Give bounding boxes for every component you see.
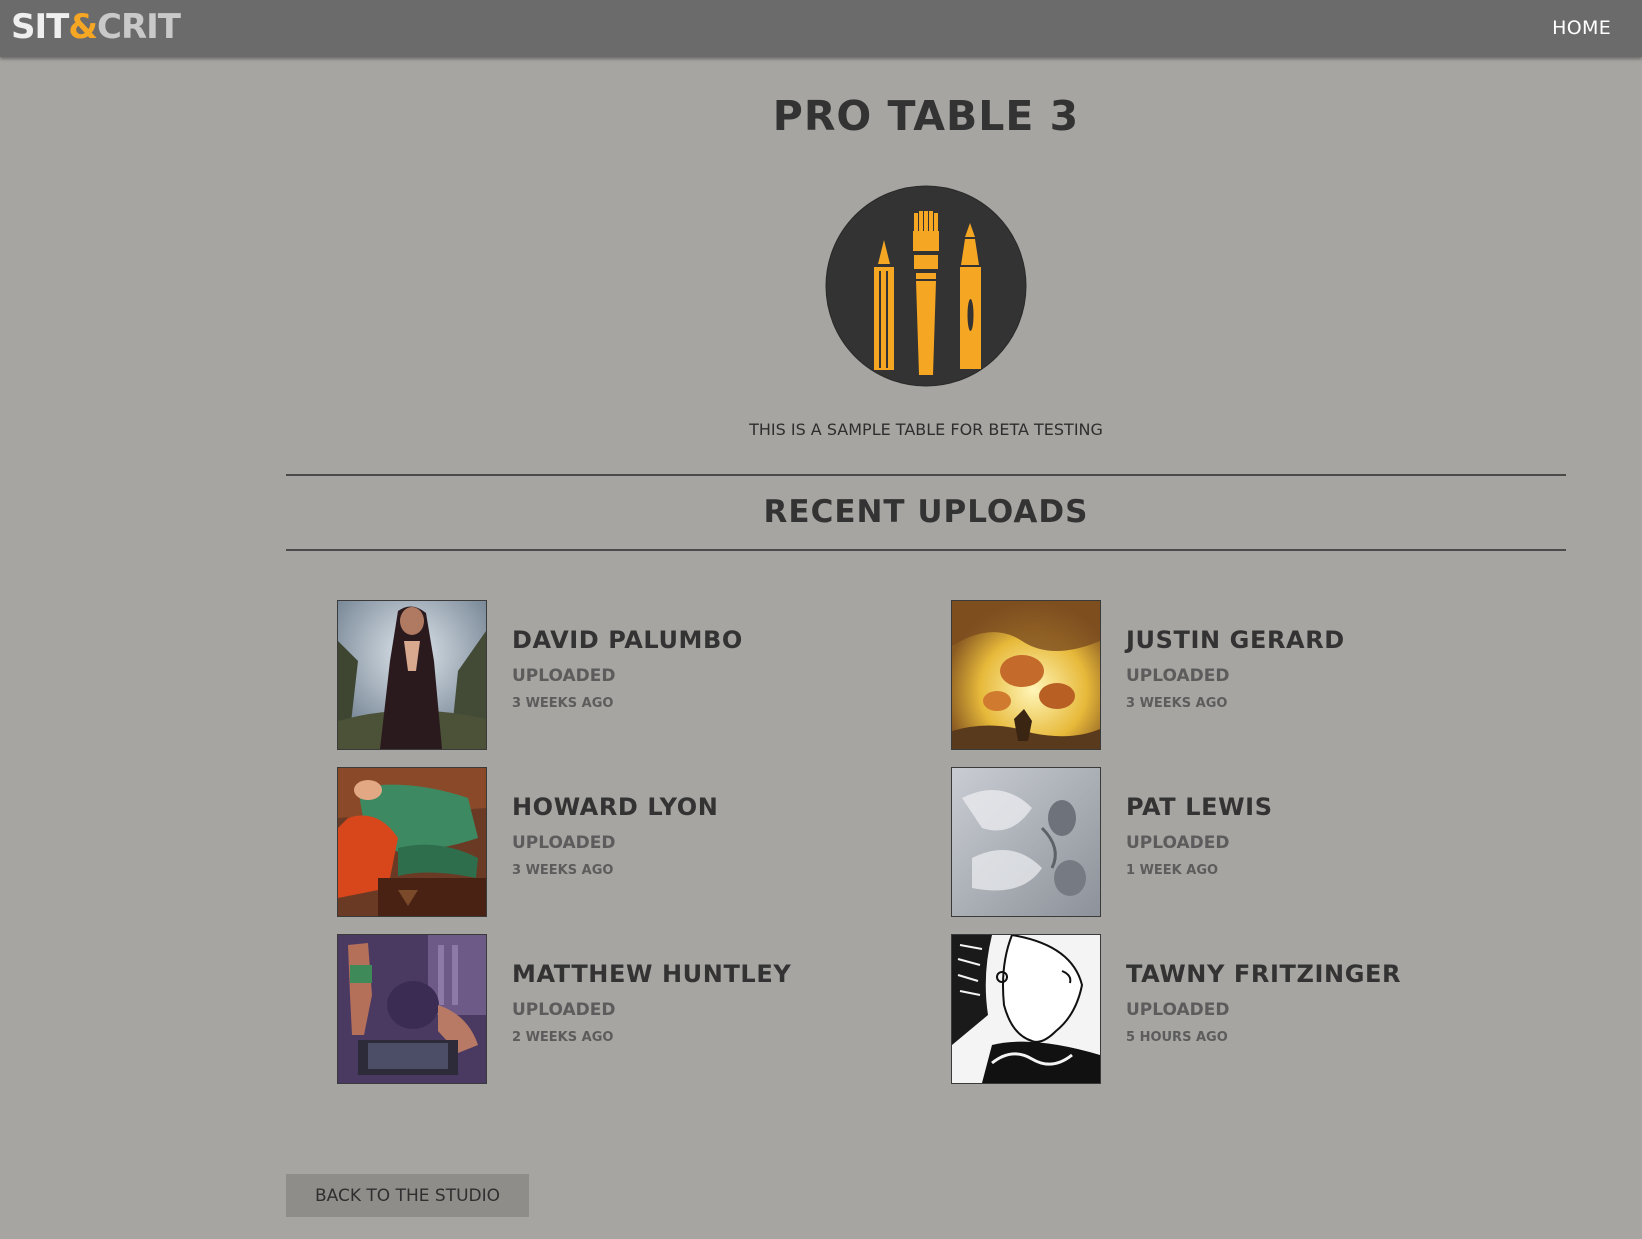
upload-thumbnail[interactable] [951,767,1101,917]
logo-text-sit: SIT [11,7,69,47]
upload-item[interactable]: DAVID PALUMBO UPLOADED 3 WEEKS AGO [337,600,937,752]
site-logo[interactable]: SIT&CRIT [11,6,181,48]
section-divider-top [286,474,1566,476]
upload-status: UPLOADED [512,1000,616,1020]
upload-thumbnail[interactable] [337,600,487,750]
page-title: PRO TABLE 3 [772,92,1080,140]
upload-time: 3 WEEKS AGO [512,863,614,878]
recent-uploads-grid: DAVID PALUMBO UPLOADED 3 WEEKS AGO JUSTI… [337,600,1577,1100]
upload-thumbnail[interactable] [337,767,487,917]
upload-time: 1 WEEK AGO [1126,863,1219,878]
table-description: THIS IS A SAMPLE TABLE FOR BETA TESTING [749,420,1103,439]
upload-artist-name[interactable]: DAVID PALUMBO [512,626,743,654]
upload-status: UPLOADED [512,666,616,686]
upload-time: 5 HOURS AGO [1126,1030,1228,1045]
upload-item[interactable]: JUSTIN GERARD UPLOADED 3 WEEKS AGO [951,600,1551,752]
upload-thumbnail[interactable] [951,934,1101,1084]
upload-artist-name[interactable]: HOWARD LYON [512,793,718,821]
upload-time: 3 WEEKS AGO [512,696,614,711]
upload-status: UPLOADED [1126,833,1230,853]
upload-item[interactable]: TAWNY FRITZINGER UPLOADED 5 HOURS AGO [951,934,1551,1086]
back-to-studio-button[interactable]: BACK TO THE STUDIO [286,1174,529,1217]
logo-text-crit: CRIT [97,7,181,47]
upload-artist-name[interactable]: TAWNY FRITZINGER [1126,960,1401,988]
upload-status: UPLOADED [1126,666,1230,686]
upload-item[interactable]: HOWARD LYON UPLOADED 3 WEEKS AGO [337,767,937,919]
upload-item[interactable]: MATTHEW HUNTLEY UPLOADED 2 WEEKS AGO [337,934,937,1086]
upload-thumbnail[interactable] [337,934,487,1084]
pencil-brush-pen-icon [825,185,1027,387]
recent-uploads-heading: RECENT UPLOADS [763,494,1089,530]
upload-item[interactable]: PAT LEWIS UPLOADED 1 WEEK AGO [951,767,1551,919]
top-navigation-bar: SIT&CRIT HOME [0,0,1642,57]
upload-status: UPLOADED [1126,1000,1230,1020]
section-divider-bottom [286,549,1566,551]
upload-time: 2 WEEKS AGO [512,1030,614,1045]
nav-home-link[interactable]: HOME [1552,17,1611,39]
upload-status: UPLOADED [512,833,616,853]
upload-artist-name[interactable]: JUSTIN GERARD [1126,626,1345,654]
upload-artist-name[interactable]: MATTHEW HUNTLEY [512,960,791,988]
upload-time: 3 WEEKS AGO [1126,696,1228,711]
logo-ampersand: & [68,7,98,47]
upload-artist-name[interactable]: PAT LEWIS [1126,793,1273,821]
upload-thumbnail[interactable] [951,600,1101,750]
